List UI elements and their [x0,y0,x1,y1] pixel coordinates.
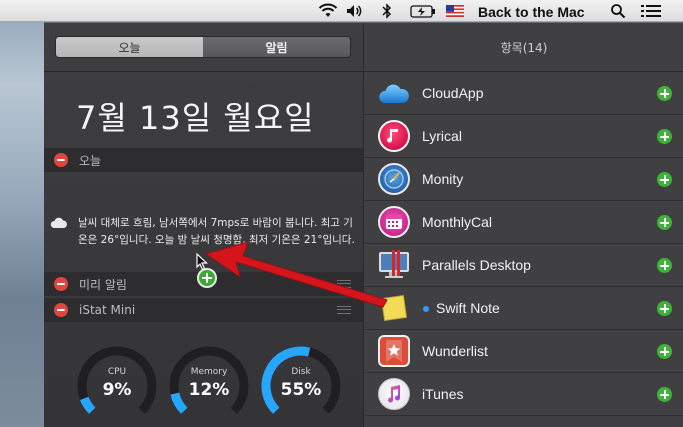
notification-center-panel: 오늘 알림 7월 13일 월요일 오늘 날씨 대체로 흐림, 남서쪽에서 7mp… [44,23,363,427]
remove-icon[interactable] [54,277,68,291]
weather-summary: 날씨 대체로 흐림, 남서쪽에서 7mps로 바람이 붑니다. 최고 기온은 2… [78,217,355,246]
weather-widget: 날씨 대체로 흐림, 남서쪽에서 7mps로 바람이 붑니다. 최고 기온은 2… [50,215,355,249]
tab-notifications[interactable]: 알림 [203,37,350,57]
gauge-cpu: CPU 9% [76,345,158,427]
list-item-lyrical[interactable]: Lyrical [364,115,683,158]
list-item-swift-note[interactable]: Swift Note [364,287,683,330]
add-widget-button[interactable] [657,86,672,101]
widget-label: Swift Note [436,300,500,316]
itunes-icon [378,378,410,410]
list-icon[interactable] [641,2,661,20]
widget-count-title: 항목(14) [500,41,548,55]
gauge-label: Memory [190,367,228,377]
add-widget-button[interactable] [657,129,672,144]
wunderlist-icon [378,335,410,367]
gauge-label: Disk [291,367,311,377]
widget-label: Wunderlist [422,343,488,359]
section-label: 미리 알림 [79,277,127,292]
list-item-monthlycal[interactable]: MonthlyCal [364,201,683,244]
drag-handle-icon[interactable] [337,306,351,314]
monthlycal-icon [378,206,410,238]
wifi-icon[interactable] [318,2,338,20]
bluetooth-icon[interactable] [382,2,392,20]
list-item-cloudapp[interactable]: CloudApp [364,72,683,115]
lyrical-icon [378,120,410,152]
gauge-fill [80,396,96,414]
section-today: 오늘 [44,148,363,172]
parallels-icon [378,249,410,281]
add-widget-button[interactable] [657,172,672,187]
widget-label: iTunes [422,386,464,402]
menu-bar: Back to the Mac [0,0,683,22]
widget-label: Lyrical [422,128,462,144]
add-widget-button[interactable] [657,215,672,230]
gauge-value: 55% [280,380,322,400]
cloud-icon [50,217,67,228]
flag-icon[interactable] [446,2,464,20]
section-label: iStat Mini [79,303,136,317]
widget-label: Parallels Desktop [422,257,531,273]
widget-label: Monity [422,171,464,187]
gauge-disk: Disk 55% [260,345,342,427]
monity-icon [378,163,410,195]
new-indicator-icon [423,306,429,312]
mouse-cursor-icon [196,253,208,271]
segmented-control: 오늘 알림 [55,36,351,58]
list-item-itunes[interactable]: iTunes [364,373,683,416]
gauge-label: CPU [107,367,127,377]
add-widget-button[interactable] [657,344,672,359]
list-item-wunderlist[interactable]: Wunderlist [364,330,683,373]
search-icon[interactable] [610,2,626,20]
desktop-background [0,0,44,427]
add-widget-button[interactable] [657,258,672,273]
divider [44,71,363,72]
remove-icon[interactable] [54,153,68,167]
gauge-memory: Memory 12% [168,345,250,427]
swift-note-icon [378,292,410,324]
drag-handle-icon[interactable] [337,280,351,288]
remove-icon[interactable] [54,303,68,317]
battery-icon[interactable] [410,2,436,20]
gauge-value: 9% [102,380,132,400]
gauge-value: 12% [188,380,230,400]
section-label: 오늘 [79,153,102,168]
widget-label: MonthlyCal [422,214,493,230]
tab-today[interactable]: 오늘 [56,37,203,57]
widget-label: CloudApp [422,85,484,101]
add-widget-button[interactable] [657,387,672,402]
drag-add-icon [197,268,217,288]
list-item-parallels-desktop[interactable]: Parallels Desktop [364,244,683,287]
date-heading: 7월 13일 월요일 [76,99,315,137]
volume-icon[interactable] [346,2,364,20]
cloudapp-icon [378,77,410,109]
add-widget-button[interactable] [657,301,672,316]
menu-bar-user[interactable]: Back to the Mac [478,3,585,21]
list-item-monity[interactable]: Monity [364,158,683,201]
widget-list-panel: 항목(14) CloudApp Lyrical Monity MonthlyCa… [363,23,683,427]
section-istat-mini: iStat Mini [44,298,363,322]
